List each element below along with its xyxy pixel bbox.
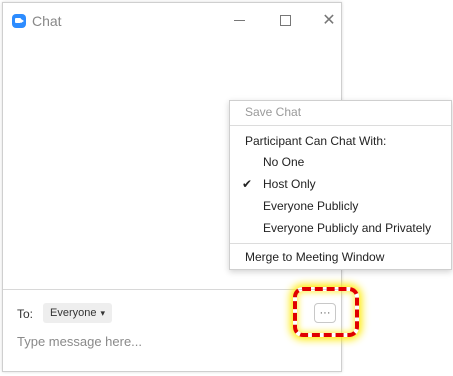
title-bar: Chat ✕ xyxy=(3,3,341,39)
menu-item-label: Merge to Meeting Window xyxy=(245,250,385,264)
menu-item-label: Everyone Publicly xyxy=(263,199,359,213)
close-button[interactable]: ✕ xyxy=(317,9,341,31)
composer-divider xyxy=(3,289,341,290)
menu-separator xyxy=(230,243,451,244)
menu-separator xyxy=(230,125,451,126)
menu-item-everyone-publicly-privately[interactable]: Everyone Publicly and Privately xyxy=(230,218,451,238)
to-label: To: xyxy=(17,307,34,321)
menu-item-label: Save Chat xyxy=(245,105,302,119)
more-options-button[interactable]: ··· xyxy=(314,303,336,323)
zoom-app-icon xyxy=(12,14,26,28)
menu-item-no-one[interactable]: No One xyxy=(230,152,451,172)
maximize-icon xyxy=(279,14,291,26)
menu-header-label: Participant Can Chat With: xyxy=(245,134,387,148)
checkmark-icon: ✔ xyxy=(242,177,253,191)
menu-item-save-chat[interactable]: Save Chat xyxy=(230,102,451,122)
more-icon: ··· xyxy=(319,306,331,319)
menu-item-label: Everyone Publicly and Privately xyxy=(263,221,432,235)
menu-item-host-only[interactable]: ✔ Host Only xyxy=(230,174,451,194)
message-input[interactable] xyxy=(17,332,287,350)
chat-options-menu: Save Chat Participant Can Chat With: No … xyxy=(229,100,452,270)
menu-item-everyone-publicly[interactable]: Everyone Publicly xyxy=(230,196,451,216)
recipient-value: Everyone xyxy=(50,307,97,319)
close-icon: ✕ xyxy=(322,12,336,29)
minimize-button[interactable] xyxy=(227,9,251,31)
recipient-dropdown[interactable]: Everyone ▾ xyxy=(43,303,113,323)
menu-item-merge[interactable]: Merge to Meeting Window xyxy=(230,247,451,267)
menu-item-label: No One xyxy=(263,155,305,169)
minimize-icon xyxy=(233,19,245,21)
menu-header: Participant Can Chat With: xyxy=(230,131,451,151)
window-title: Chat xyxy=(32,13,62,29)
chevron-down-icon: ▾ xyxy=(100,307,106,318)
menu-item-label: Host Only xyxy=(263,177,316,191)
maximize-button[interactable] xyxy=(273,9,297,31)
